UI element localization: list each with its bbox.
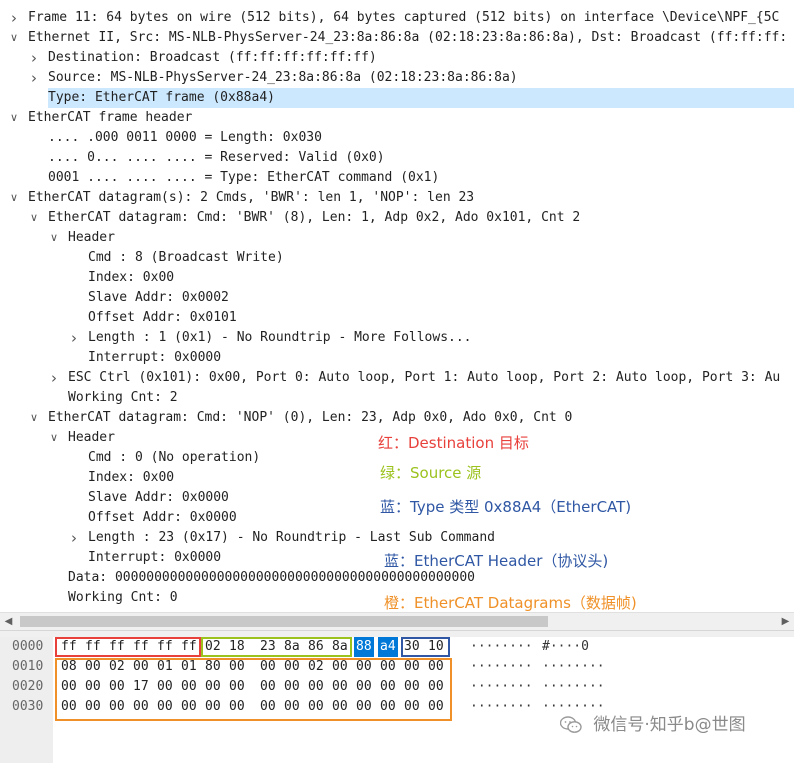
- chevron-right-icon[interactable]: ›: [8, 8, 20, 28]
- hex-byte[interactable]: a4: [378, 637, 398, 657]
- ethercat-header-box: [401, 637, 450, 657]
- chevron-down-icon[interactable]: ∨: [28, 408, 40, 428]
- horizontal-scrollbar[interactable]: ◀ ▶: [0, 612, 794, 630]
- tree-row-label: EtherCAT datagram: Cmd: 'BWR' (8), Len: …: [48, 210, 581, 225]
- tree-row-label: .... 0... .... .... = Reserved: Valid (0…: [48, 150, 385, 165]
- offset-label: 0000: [12, 639, 44, 654]
- tree-row-label: Type: EtherCAT frame (0x88a4): [48, 88, 794, 108]
- tree-row[interactable]: › Frame 11: 64 bytes on wire (512 bits), …: [0, 8, 794, 28]
- tree-row[interactable]: Index: 0x00: [0, 268, 794, 288]
- offset-label: 0020: [12, 679, 44, 694]
- tree-row[interactable]: 0001 .... .... .... = Type: EtherCAT com…: [0, 168, 794, 188]
- watermark: 微信号·知乎b@世图: [560, 710, 746, 740]
- tree-row[interactable]: Interrupt: 0x0000: [0, 348, 794, 368]
- chevron-down-icon[interactable]: ∨: [8, 28, 20, 48]
- ascii-group[interactable]: ········: [470, 677, 533, 697]
- chevron-down-icon[interactable]: ∨: [8, 108, 20, 128]
- annotation-label: 蓝：EtherCAT Header（协议头): [384, 552, 609, 570]
- tree-row[interactable]: Cmd : 8 (Broadcast Write): [0, 248, 794, 268]
- datagrams-box: [55, 658, 452, 721]
- packet-details-tree[interactable]: › Frame 11: 64 bytes on wire (512 bits), …: [0, 0, 794, 612]
- tree-row-label: Source: MS-NLB-PhysServer-24_23:8a:86:8a…: [48, 70, 518, 85]
- ascii-group[interactable]: ········: [470, 637, 533, 657]
- ascii-group[interactable]: ········: [542, 677, 605, 697]
- chevron-right-icon[interactable]: ›: [28, 68, 40, 88]
- wechat-logo-icon: [560, 716, 582, 733]
- tree-row[interactable]: ∨ EtherCAT datagram: Cmd: 'NOP' (0), Len:…: [0, 408, 794, 428]
- tree-row-label: Length : 1 (0x1) - No Roundtrip - More F…: [88, 330, 472, 345]
- chevron-right-icon[interactable]: ›: [68, 328, 80, 348]
- tree-row-label: Index: 0x00: [88, 270, 175, 285]
- packet-bytes-pane[interactable]: 0000 0010 0020 0030 ff ff ff ff ff ff 02 18 23 8a 86 8…: [0, 637, 794, 763]
- offset-label: 0010: [12, 659, 44, 674]
- tree-row-label: Interrupt: 0x0000: [88, 350, 222, 365]
- chevron-right-icon[interactable]: ›: [48, 368, 60, 388]
- tree-row[interactable]: › Destination: Broadcast (ff:ff:ff:ff:ff:…: [0, 48, 794, 68]
- tree-row[interactable]: › Length : 23 (0x17) - No Roundtrip - Las…: [0, 528, 794, 548]
- source-box: [201, 637, 352, 657]
- tree-row[interactable]: › Length : 1 (0x1) - No Roundtrip - More …: [0, 328, 794, 348]
- tree-row[interactable]: .... 0... .... .... = Reserved: Valid (0…: [0, 148, 794, 168]
- tree-row[interactable]: ∨ EtherCAT datagram(s): 2 Cmds, 'BWR': le…: [0, 188, 794, 208]
- tree-row-label: Slave Addr: 0x0002: [88, 290, 229, 305]
- tree-row[interactable]: ∨ EtherCAT datagram: Cmd: 'BWR' (8), Len:…: [0, 208, 794, 228]
- tree-row[interactable]: › Source: MS-NLB-PhysServer-24_23:8a:86:8…: [0, 68, 794, 88]
- tree-row[interactable]: ∨ Ethernet II, Src: MS-NLB-PhysServer-24_…: [0, 28, 794, 48]
- annotation-label: 蓝：Type 类型 0x88A4（EtherCAT): [380, 498, 632, 516]
- tree-row[interactable]: .... .000 0011 0000 = Length: 0x030: [0, 128, 794, 148]
- chevron-down-icon[interactable]: ∨: [48, 228, 60, 248]
- chevron-right-icon[interactable]: ›: [68, 528, 80, 548]
- scrollbar-thumb[interactable]: [20, 616, 548, 627]
- tree-row[interactable]: ∨ EtherCAT frame header: [0, 108, 794, 128]
- hex-byte[interactable]: 88: [354, 637, 374, 657]
- tree-row-label: Frame 11: 64 bytes on wire (512 bits), 6…: [28, 10, 780, 25]
- tree-row-label: ESC Ctrl (0x101): 0x00, Port 0: Auto loo…: [68, 370, 781, 385]
- tree-row-label: Data: 0000000000000000000000000000000000…: [68, 570, 475, 585]
- chevron-down-icon[interactable]: ∨: [28, 208, 40, 228]
- tree-row[interactable]: › ESC Ctrl (0x101): 0x00, Port 0: Auto lo…: [0, 368, 794, 388]
- tree-row-label: 0001 .... .... .... = Type: EtherCAT com…: [48, 170, 440, 185]
- offset-label: 0030: [12, 699, 44, 714]
- scroll-left-icon[interactable]: ◀: [0, 613, 17, 630]
- tree-row[interactable]: Offset Addr: 0x0101: [0, 308, 794, 328]
- tree-row-label: .... .000 0011 0000 = Length: 0x030: [48, 130, 322, 145]
- offset-column: 0000 0010 0020 0030: [0, 637, 53, 763]
- tree-row-label: Working Cnt: 2: [68, 390, 178, 405]
- tree-row-label: Cmd : 8 (Broadcast Write): [88, 250, 284, 265]
- ascii-group[interactable]: ········: [470, 697, 533, 717]
- tree-row[interactable]: Slave Addr: 0x0002: [0, 288, 794, 308]
- tree-row-label: Ethernet II, Src: MS-NLB-PhysServer-24_2…: [28, 30, 788, 45]
- tree-row-label: EtherCAT frame header: [28, 110, 193, 125]
- tree-row-label: EtherCAT datagram(s): 2 Cmds, 'BWR': len…: [28, 190, 475, 205]
- tree-row-label: Destination: Broadcast (ff:ff:ff:ff:ff:f…: [48, 50, 377, 65]
- tree-row-label: Length : 23 (0x17) - No Roundtrip - Last…: [88, 530, 495, 545]
- chevron-down-icon[interactable]: ∨: [8, 188, 20, 208]
- tree-row[interactable]: Data: 0000000000000000000000000000000000…: [0, 568, 794, 588]
- annotation-label: 绿：Source 源: [380, 464, 482, 482]
- tree-row-label: Header: [68, 230, 115, 245]
- watermark-text: 微信号·知乎b@世图: [593, 715, 746, 735]
- chevron-right-icon[interactable]: ›: [28, 48, 40, 68]
- annotation-label: 红：Destination 目标: [378, 434, 529, 452]
- chevron-down-icon[interactable]: ∨: [48, 428, 60, 448]
- tree-row[interactable]: Type: EtherCAT frame (0x88a4): [0, 88, 794, 108]
- tree-row[interactable]: ∨ Header: [0, 228, 794, 248]
- ascii-group[interactable]: ········: [470, 657, 533, 677]
- destination-box: [55, 637, 201, 657]
- tree-row[interactable]: Working Cnt: 2: [0, 388, 794, 408]
- ascii-group[interactable]: #····0: [542, 637, 589, 657]
- annotation-label: 橙：EtherCAT Datagrams（数据帧): [384, 594, 637, 612]
- ascii-group[interactable]: ········: [542, 657, 605, 677]
- scroll-right-icon[interactable]: ▶: [777, 613, 794, 630]
- tree-row-label: Offset Addr: 0x0101: [88, 310, 237, 325]
- tree-row-label: EtherCAT datagram: Cmd: 'NOP' (0), Len: …: [48, 410, 573, 425]
